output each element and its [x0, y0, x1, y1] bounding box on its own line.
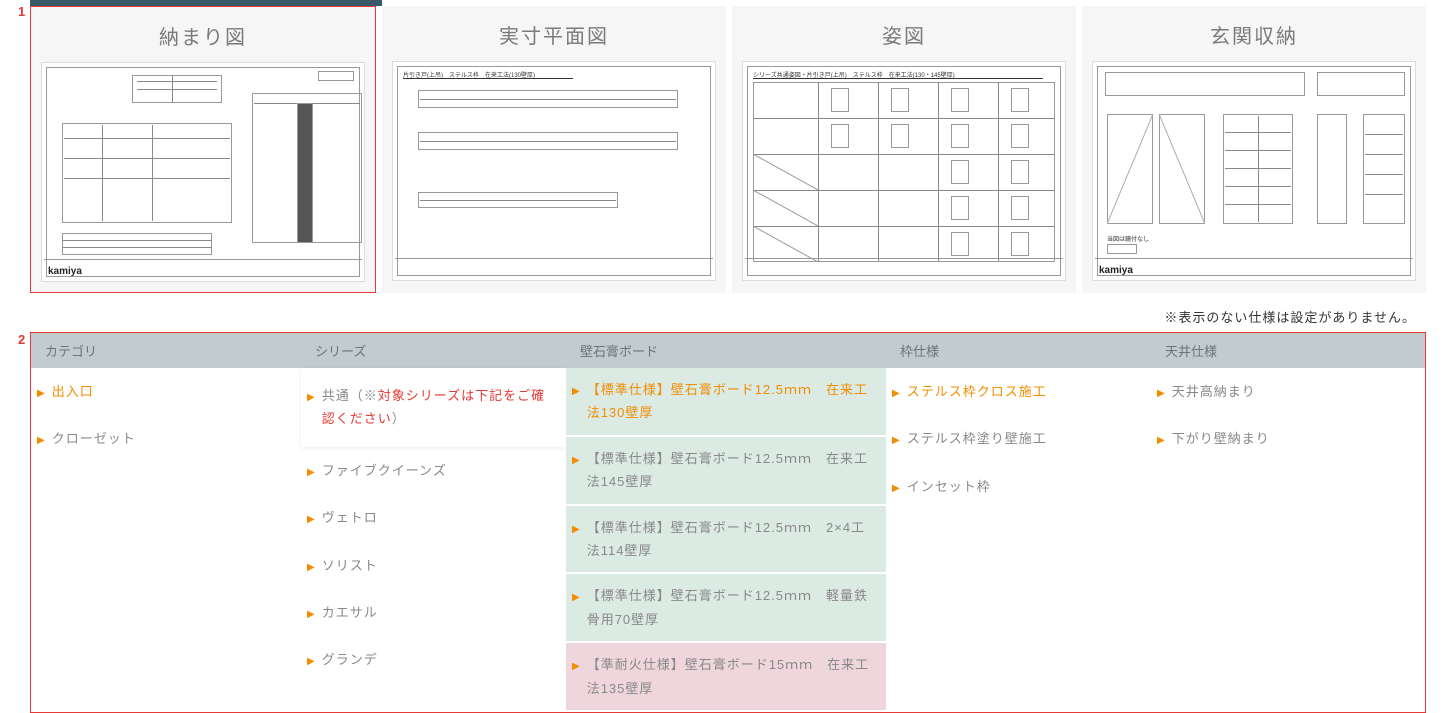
caret-right-icon: ▶ — [572, 383, 581, 401]
item-label: 【準耐火仕様】壁石膏ボード15ｍｍ 在来工法135壁厚 — [587, 653, 878, 700]
kamiya-logo: kamiya — [48, 266, 82, 277]
item-label: ソリスト — [322, 554, 378, 577]
caret-right-icon: ▶ — [572, 589, 581, 607]
item-label: ステルス枠塗り壁施工 — [907, 427, 1047, 450]
kamiya-logo: kamiya — [1099, 265, 1133, 276]
callout-1: 1 — [18, 4, 25, 19]
item-label: 【標準仕様】壁石膏ボード12.5ｍｍ 在来工法130壁厚 — [587, 378, 878, 425]
category-column: ▶ 出入口 ▶ クローゼット — [31, 368, 301, 712]
caret-right-icon: ▶ — [1157, 432, 1166, 450]
board-column: ▶ 【標準仕様】壁石膏ボード12.5ｍｍ 在来工法130壁厚 ▶ 【標準仕様】壁… — [566, 368, 886, 712]
series-column: ▶ 共通（※対象シリーズは下記をご確認ください） ▶ ファイブクイーンズ ▶ ヴ… — [301, 368, 566, 712]
tab-jissun[interactable]: 実寸平面図 片引き戸(上吊) ステルス枠 在来工法(130壁厚) — [382, 6, 726, 293]
caret-right-icon: ▶ — [892, 480, 901, 498]
caret-right-icon: ▶ — [37, 432, 46, 450]
header-series: シリーズ — [301, 333, 566, 368]
filter-panel: カテゴリ シリーズ 壁石膏ボード 枠仕様 天井仕様 ▶ 出入口 ▶ クローゼット — [30, 332, 1426, 713]
caret-right-icon: ▶ — [307, 606, 316, 624]
tab-label: 実寸平面図 — [382, 20, 726, 49]
thumbnail-sugata: シリーズ共通姿図・片引き戸(上吊) ステルス枠 在来工法(130・145壁厚) — [742, 61, 1066, 281]
tab-label: 納まり図 — [31, 21, 375, 50]
series-item-caesar[interactable]: ▶ カエサル — [301, 589, 566, 636]
item-label: ファイブクイーンズ — [322, 459, 447, 482]
series-item-vetro[interactable]: ▶ ヴェトロ — [301, 494, 566, 541]
tab-sugata[interactable]: 姿図 シリーズ共通姿図・片引き戸(上吊) ステルス枠 在来工法(130・145壁… — [732, 6, 1076, 293]
series-item-solist[interactable]: ▶ ソリスト — [301, 542, 566, 589]
item-label: 天井高納まり — [1172, 380, 1256, 403]
filter-header-row: カテゴリ シリーズ 壁石膏ボード 枠仕様 天井仕様 — [31, 333, 1425, 368]
ceiling-item-height[interactable]: ▶ 天井高納まり — [1151, 368, 1425, 415]
caret-right-icon: ▶ — [892, 385, 901, 403]
thumbnail-genkan: 当図は鏡付なし kamiya — [1092, 61, 1416, 281]
header-ceiling: 天井仕様 — [1151, 333, 1425, 368]
callout-2: 2 — [18, 332, 25, 347]
caret-right-icon: ▶ — [307, 464, 316, 482]
item-label: 出入口 — [52, 380, 94, 403]
series-item-common[interactable]: ▶ 共通（※対象シリーズは下記をご確認ください） — [301, 368, 566, 447]
caret-right-icon: ▶ — [307, 559, 316, 577]
header-frame: 枠仕様 — [886, 333, 1151, 368]
tab-genkan[interactable]: 玄関収納 — [1082, 6, 1426, 293]
thumbnail-osamari: kamiya — [41, 62, 365, 282]
item-label: ステルス枠クロス施工 — [907, 380, 1047, 403]
item-label: 共通（※対象シリーズは下記をご確認ください） — [322, 384, 558, 431]
series-item-grande[interactable]: ▶ グランデ — [301, 636, 566, 683]
frame-item-stealth-paint[interactable]: ▶ ステルス枠塗り壁施工 — [886, 415, 1151, 462]
item-label: 下がり壁納まり — [1172, 427, 1270, 450]
caret-right-icon: ▶ — [572, 658, 581, 676]
caret-right-icon: ▶ — [307, 389, 316, 407]
ceiling-column: ▶ 天井高納まり ▶ 下がり壁納まり — [1151, 368, 1425, 712]
header-board: 壁石膏ボード — [566, 333, 886, 368]
caret-right-icon: ▶ — [37, 385, 46, 403]
tab-label: 玄関収納 — [1082, 20, 1426, 49]
caret-right-icon: ▶ — [572, 452, 581, 470]
item-label: ヴェトロ — [322, 506, 378, 529]
category-item-closet[interactable]: ▶ クローゼット — [31, 415, 301, 462]
board-item-fire-135[interactable]: ▶ 【準耐火仕様】壁石膏ボード15ｍｍ 在来工法135壁厚 — [566, 643, 886, 710]
board-item-std-145[interactable]: ▶ 【標準仕様】壁石膏ボード12.5ｍｍ 在来工法145壁厚 — [566, 437, 886, 504]
caret-right-icon: ▶ — [572, 521, 581, 539]
tab-label: 姿図 — [732, 20, 1076, 49]
item-label: グランデ — [322, 648, 378, 671]
thumbnail-jissun: 片引き戸(上吊) ステルス枠 在来工法(130壁厚) — [392, 61, 716, 281]
caret-right-icon: ▶ — [892, 432, 901, 450]
ceiling-item-sagari[interactable]: ▶ 下がり壁納まり — [1151, 415, 1425, 462]
caret-right-icon: ▶ — [1157, 385, 1166, 403]
item-label: 【標準仕様】壁石膏ボード12.5ｍｍ 在来工法145壁厚 — [587, 447, 878, 494]
drawing-tabs-row: 1 納まり図 kamiya — [0, 6, 1456, 293]
item-label: 【標準仕様】壁石膏ボード12.5ｍｍ 軽量鉄骨用70壁厚 — [587, 584, 878, 631]
item-label: 【標準仕様】壁石膏ボード12.5ｍｍ 2×4工法114壁厚 — [587, 516, 878, 563]
frame-column: ▶ ステルス枠クロス施工 ▶ ステルス枠塗り壁施工 ▶ インセット枠 — [886, 368, 1151, 712]
thumb-note: 当図は鏡付なし — [1107, 234, 1149, 243]
header-category: カテゴリ — [31, 333, 301, 368]
category-item-entrance[interactable]: ▶ 出入口 — [31, 368, 301, 415]
board-item-std-70[interactable]: ▶ 【標準仕様】壁石膏ボード12.5ｍｍ 軽量鉄骨用70壁厚 — [566, 574, 886, 641]
item-label: クローゼット — [52, 427, 136, 450]
item-label: インセット枠 — [907, 475, 991, 498]
frame-item-inset[interactable]: ▶ インセット枠 — [886, 463, 1151, 510]
item-label: カエサル — [322, 601, 378, 624]
board-item-std-130[interactable]: ▶ 【標準仕様】壁石膏ボード12.5ｍｍ 在来工法130壁厚 — [566, 368, 886, 435]
caret-right-icon: ▶ — [307, 511, 316, 529]
spec-note: ※表示のない仕様は設定がありません。 — [0, 293, 1456, 332]
caret-right-icon: ▶ — [307, 653, 316, 671]
tab-osamari[interactable]: 納まり図 kamiya — [30, 6, 376, 293]
board-item-std-114[interactable]: ▶ 【標準仕様】壁石膏ボード12.5ｍｍ 2×4工法114壁厚 — [566, 506, 886, 573]
frame-item-stealth-cloth[interactable]: ▶ ステルス枠クロス施工 — [886, 368, 1151, 415]
series-item-fivequeens[interactable]: ▶ ファイブクイーンズ — [301, 447, 566, 494]
